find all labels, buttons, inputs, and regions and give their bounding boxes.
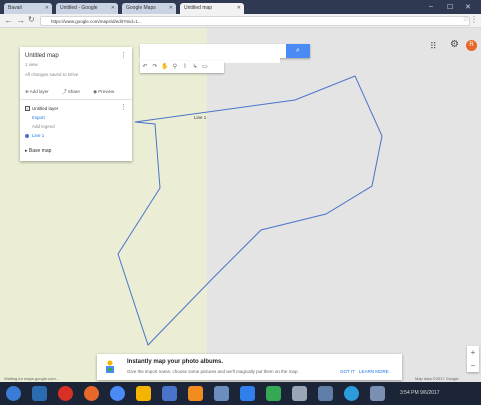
system-clock: 3:54 PM 9/6/2017 xyxy=(400,390,440,396)
close-tab-icon[interactable]: ✕ xyxy=(169,5,173,11)
promo-body: Give the import name, choose some pictur… xyxy=(127,369,299,374)
search-icon[interactable]: ⌕ xyxy=(286,44,310,58)
photo-pin-icon xyxy=(106,360,114,373)
app-icon[interactable] xyxy=(292,386,307,401)
line-label: Line 1 xyxy=(194,115,207,120)
address-bar[interactable]: https://www.google.com/maps/d/edit?mid=1… xyxy=(40,16,470,26)
line-style-icon[interactable] xyxy=(25,134,29,138)
firefox-icon[interactable] xyxy=(84,386,99,401)
browser-tab-active[interactable]: Untitled map ✕ xyxy=(180,3,244,14)
import-link[interactable]: Import xyxy=(32,115,45,120)
app-icon[interactable] xyxy=(318,386,333,401)
browser-toolbar: ← → ↻ https://www.google.com/maps/d/edit… xyxy=(0,14,481,28)
chrome-icon[interactable] xyxy=(110,386,125,401)
hand-icon[interactable]: ✋ xyxy=(160,61,170,73)
app-icon[interactable] xyxy=(370,386,385,401)
app-icon[interactable] xyxy=(240,386,255,401)
browser-tab[interactable]: Untitled - Google ✕ xyxy=(56,3,118,14)
opera-icon[interactable] xyxy=(58,386,73,401)
map-title[interactable]: Untitled map xyxy=(25,53,59,59)
gear-icon[interactable]: ⚙ xyxy=(450,39,459,50)
browser-tabstrip: Bavait ✕ Untitled - Google ✕ Google Maps ✕ … xyxy=(0,0,481,14)
avatar[interactable]: R xyxy=(466,40,477,51)
got-it-button[interactable]: GOT IT xyxy=(340,369,355,374)
map-view-count: 1 view xyxy=(25,62,38,67)
zoom-out-icon[interactable]: − xyxy=(467,359,479,372)
layer-title[interactable]: Untitled layer xyxy=(32,106,58,111)
map-copyright: Map data ©2017 Google xyxy=(415,376,459,381)
drawn-polygon[interactable] xyxy=(117,75,383,346)
app-icon[interactable] xyxy=(344,386,359,401)
ie-icon[interactable] xyxy=(32,386,47,401)
app-icon[interactable] xyxy=(214,386,229,401)
browser-tab[interactable]: Google Maps ✕ xyxy=(122,3,176,14)
vlc-icon[interactable] xyxy=(188,386,203,401)
redo-icon[interactable]: ↷ xyxy=(150,61,160,73)
reload-icon[interactable]: ↻ xyxy=(28,15,35,24)
start-icon[interactable] xyxy=(6,386,21,401)
marker-icon[interactable]: ⚲ xyxy=(170,61,180,73)
draw-line-icon[interactable]: ⌇ xyxy=(180,61,190,73)
zoom-in-icon[interactable]: + xyxy=(467,346,479,359)
panel-divider xyxy=(20,99,132,100)
save-status: All changes saved to Drive xyxy=(25,72,79,77)
folder-icon[interactable] xyxy=(136,386,151,401)
base-map-toggle[interactable]: ▸ Base map xyxy=(25,148,51,154)
route-icon[interactable]: ↳ xyxy=(190,61,200,73)
back-icon[interactable]: ← xyxy=(4,15,13,25)
promo-title: Instantly map your photo albums. xyxy=(127,359,224,365)
window-controls: – ☐ ✕ xyxy=(421,0,481,14)
add-layer-button[interactable]: ⊕ Add layer xyxy=(25,89,55,94)
drawing-toolbar: ↶ ↷ ✋ ⚲ ⌇ ↳ ▭ xyxy=(140,61,224,73)
add-legend-link[interactable]: Add legend xyxy=(32,124,55,129)
map-info-panel: Untitled map 1 view All changes saved to… xyxy=(20,47,132,161)
apps-grid-icon[interactable]: ⠿ xyxy=(430,41,437,52)
layer-checkbox[interactable]: ✓ xyxy=(25,106,30,111)
maximize-icon[interactable]: ☐ xyxy=(447,3,453,11)
close-tab-icon[interactable]: ✕ xyxy=(237,5,241,11)
os-taskbar: 3:54 PM 9/6/2017 xyxy=(0,382,481,405)
status-bar-text: Waiting for maps.google.com... xyxy=(4,376,59,381)
close-tab-icon[interactable]: ✕ xyxy=(45,5,49,11)
preview-button[interactable]: ◉ Preview xyxy=(93,89,120,94)
bookmark-star-icon[interactable]: ☆ xyxy=(463,15,469,23)
share-button[interactable]: ⤴ Share xyxy=(62,89,86,94)
map-options-icon[interactable]: ⋮ xyxy=(120,51,127,59)
close-window-icon[interactable]: ✕ xyxy=(465,3,471,11)
layer-options-icon[interactable]: ⋮ xyxy=(120,103,127,111)
layer-item[interactable]: Line 1 xyxy=(32,133,44,138)
undo-icon[interactable]: ↶ xyxy=(140,61,150,73)
browser-menu-icon[interactable]: ⋮ xyxy=(470,15,478,24)
minimize-icon[interactable]: – xyxy=(429,3,433,10)
app-icon[interactable] xyxy=(162,386,177,401)
map-search-box[interactable]: ⌕ xyxy=(140,44,310,63)
close-tab-icon[interactable]: ✕ xyxy=(111,5,115,11)
map-actions: ⊕ Add layer ⤴ Share ◉ Preview xyxy=(25,89,126,95)
ruler-icon[interactable]: ▭ xyxy=(200,61,210,73)
learn-more-link[interactable]: LEARN MORE xyxy=(359,369,389,374)
browser-tab[interactable]: Bavait ✕ xyxy=(4,3,52,14)
forward-icon[interactable]: → xyxy=(16,15,25,25)
photo-import-promo: Instantly map your photo albums. Give th… xyxy=(97,354,402,380)
zoom-controls: + − xyxy=(467,346,479,372)
app-icon[interactable] xyxy=(266,386,281,401)
